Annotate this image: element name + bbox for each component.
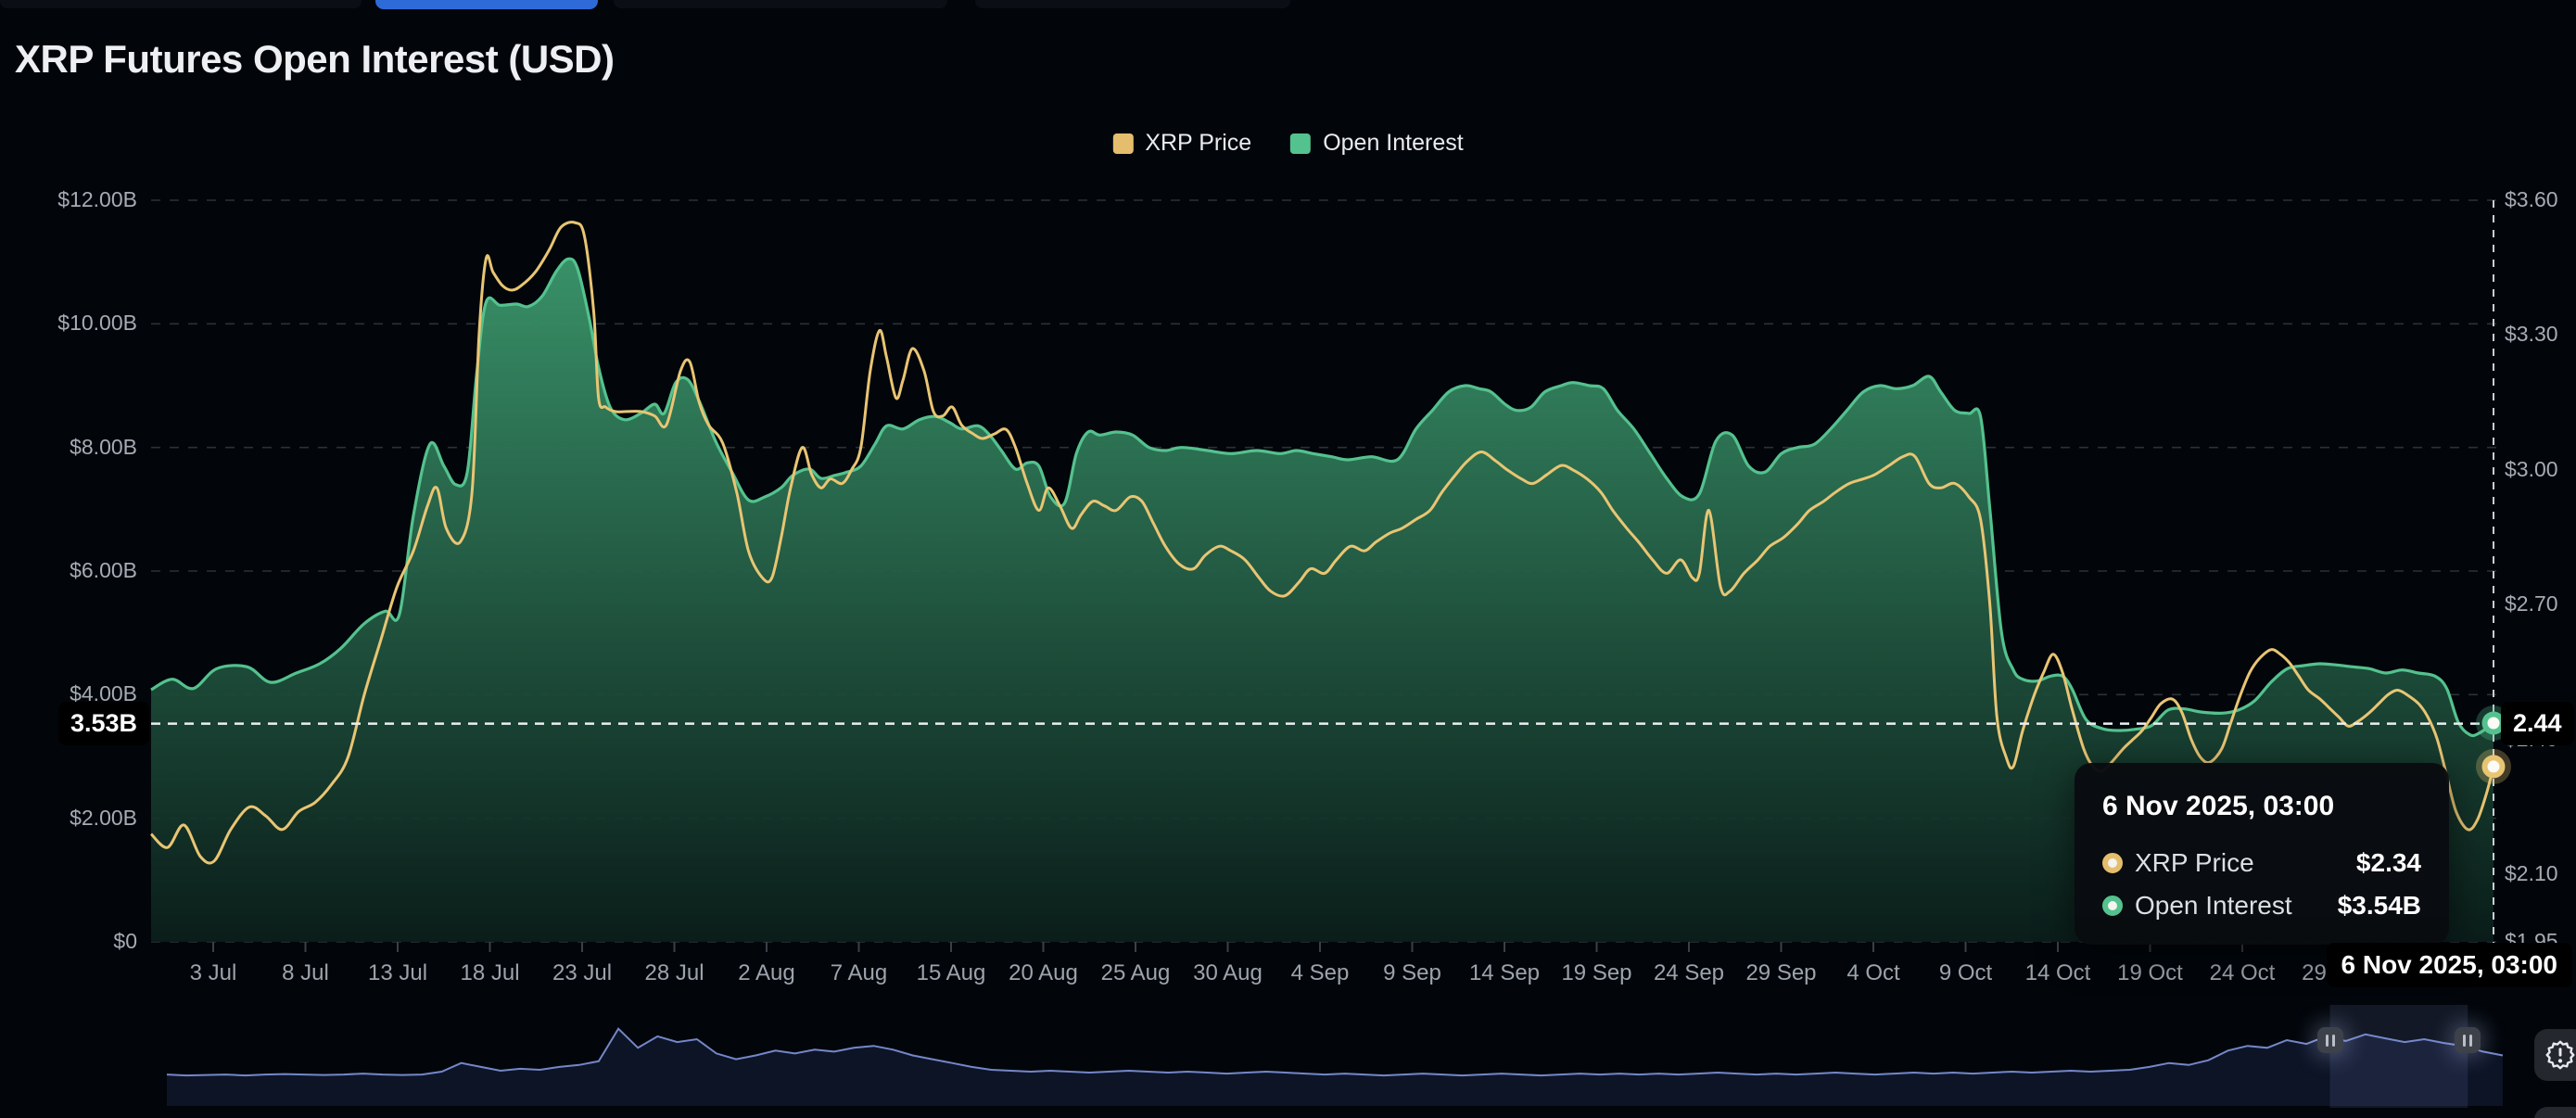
crosshair-left-value-pill: 3.53B: [58, 702, 149, 745]
series-dot-icon: [2102, 853, 2123, 873]
left-axis-tick-label: $2.00B: [0, 806, 137, 831]
x-tick-label: 4 Sep: [1291, 960, 1350, 986]
tooltip-series-value: $3.54B: [2338, 891, 2421, 921]
x-tick-label: 28 Jul: [644, 960, 704, 986]
tooltip-row-xrp-price: XRP Price $2.34: [2102, 848, 2421, 878]
left-axis-tick-label: $0: [0, 929, 137, 954]
right-axis-tick-label: $2.70: [2505, 591, 2558, 616]
x-tick-label: 4 Oct: [1846, 960, 1899, 986]
x-tick-label: 20 Aug: [1009, 960, 1078, 986]
left-axis-tick-label: $6.00B: [0, 558, 137, 583]
x-tick-label: 2 Aug: [738, 960, 794, 986]
x-tick-label: 23 Jul: [552, 960, 612, 986]
x-tick-label: 7 Aug: [831, 960, 887, 986]
tooltip-date: 6 Nov 2025, 03:00: [2102, 791, 2421, 822]
tooltip-series-label: XRP Price: [2135, 848, 2254, 878]
x-tick-label: 30 Aug: [1193, 960, 1263, 986]
x-tick-label: 8 Jul: [282, 960, 329, 986]
grip-icon: [2463, 1035, 2466, 1047]
right-axis-tick-label: $3.30: [2505, 322, 2558, 347]
left-axis-tick-label: $10.00B: [0, 311, 137, 336]
grip-icon: [2469, 1035, 2472, 1047]
series-dot-icon: [2102, 896, 2123, 916]
left-axis-tick-label: $12.00B: [0, 187, 137, 212]
grip-icon: [2332, 1035, 2335, 1047]
x-tick-label: 15 Aug: [917, 960, 986, 986]
crosshair-right-value-pill: 2.44: [2501, 702, 2574, 745]
x-tick-label: 19 Oct: [2117, 960, 2183, 986]
navigator-left-handle[interactable]: [2317, 1027, 2343, 1053]
x-tick-label: 14 Oct: [2025, 960, 2091, 986]
x-tick-label: 9 Oct: [1939, 960, 1992, 986]
tooltip-row-open-interest: Open Interest $3.54B: [2102, 891, 2421, 921]
tooltip-rows: XRP Price $2.34 Open Interest $3.54B: [2102, 848, 2421, 921]
x-tick-label: 25 Aug: [1101, 960, 1171, 986]
chart-canvas[interactable]: [0, 0, 2576, 1118]
right-axis-tick-label: $3.60: [2505, 187, 2558, 212]
grip-icon: [2326, 1035, 2329, 1047]
tooltip-series-value: $2.34: [2356, 848, 2421, 878]
x-tick-label: 18 Jul: [460, 960, 519, 986]
chart-tooltip: 6 Nov 2025, 03:00 XRP Price $2.34 Open Int…: [2075, 763, 2449, 945]
right-axis-tick-label: $2.10: [2505, 861, 2558, 886]
x-tick-label: 9 Sep: [1383, 960, 1441, 986]
alert-badge-button[interactable]: [2534, 1029, 2576, 1081]
x-tick-label: 24 Sep: [1654, 960, 1724, 986]
app-window: XRP Futures Open Interest (USD) XRP Pric…: [0, 0, 2576, 1118]
x-tick-label: 19 Sep: [1561, 960, 1631, 986]
x-tick-label: 29 Sep: [1745, 960, 1816, 986]
tooltip-series-label: Open Interest: [2135, 891, 2292, 921]
x-tick-label: 3 Jul: [190, 960, 237, 986]
x-tick-label: 14 Sep: [1469, 960, 1540, 986]
x-tick-label: 13 Jul: [368, 960, 427, 986]
seal-exclamation-icon: [2544, 1039, 2576, 1071]
right-axis-tick-label: $3.00: [2505, 457, 2558, 482]
navigator-right-handle[interactable]: [2455, 1027, 2481, 1053]
partial-corner-button[interactable]: [2534, 1107, 2576, 1118]
x-tick-label: 24 Oct: [2210, 960, 2276, 986]
left-axis-tick-label: $8.00B: [0, 435, 137, 460]
crosshair-date-pill: 6 Nov 2025, 03:00: [2327, 943, 2573, 987]
